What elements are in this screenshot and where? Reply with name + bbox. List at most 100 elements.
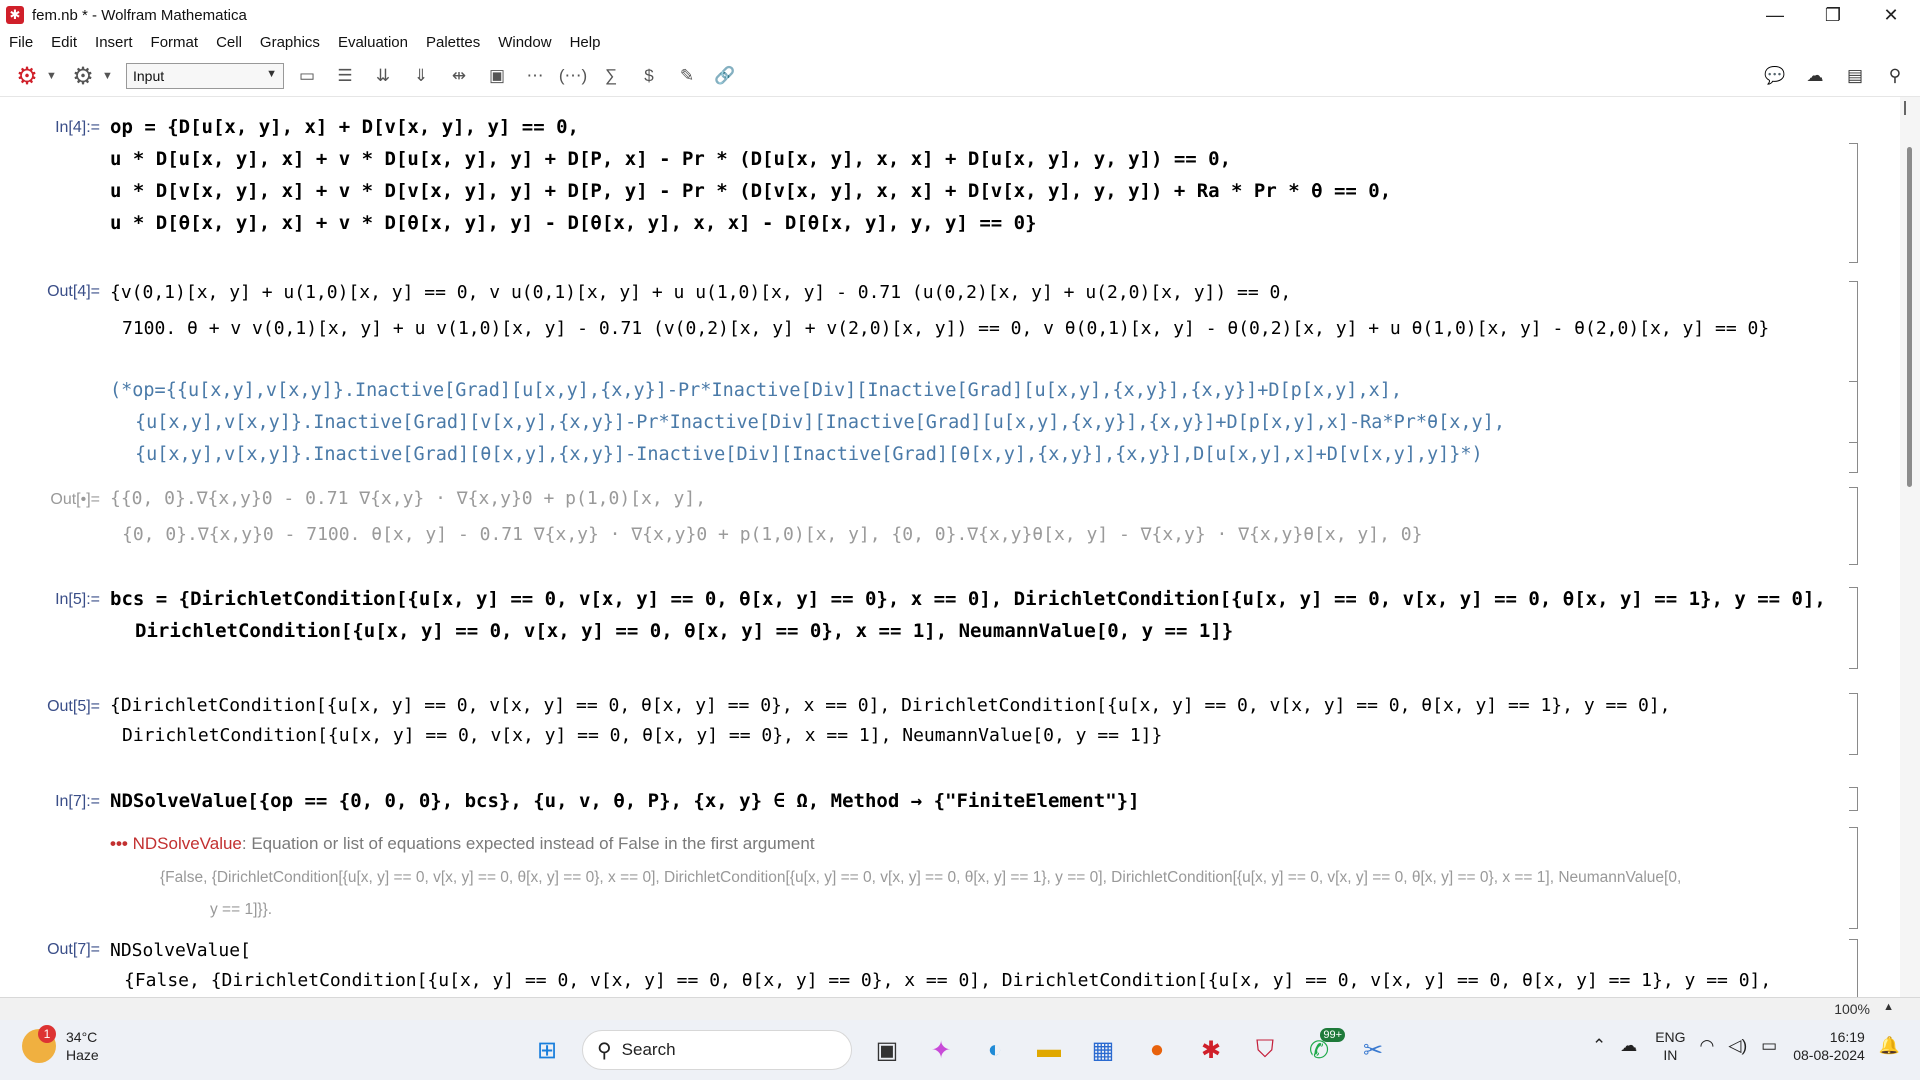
copilot-icon[interactable]: ✦ bbox=[919, 1028, 963, 1072]
file-explorer-icon[interactable]: ▬ bbox=[1027, 1028, 1071, 1072]
chevron-up-icon[interactable]: ⌃ bbox=[1592, 1036, 1606, 1056]
code-line[interactable]: op = {D[u[x, y], x] + D[v[x, y], y] == 0… bbox=[110, 111, 579, 143]
chevron-down-icon[interactable]: ▼ bbox=[46, 70, 60, 82]
output-line: DirichletCondition[{u[x, y] == 0, v[x, y… bbox=[122, 725, 1163, 746]
chevron-down-icon: ▼ bbox=[266, 68, 277, 80]
language-indicator[interactable]: ENG IN bbox=[1655, 1028, 1685, 1064]
minimize-button[interactable]: — bbox=[1746, 0, 1804, 30]
cell-bracket[interactable] bbox=[1849, 143, 1858, 263]
in-label: In[7]:= bbox=[55, 793, 100, 810]
evaluate-gear-icon[interactable]: ⚙ bbox=[12, 61, 42, 91]
menu-format[interactable]: Format bbox=[142, 34, 208, 51]
dollar-format-icon[interactable]: $ bbox=[634, 61, 664, 91]
chevron-down-icon[interactable]: ▼ bbox=[102, 70, 116, 82]
task-view-icon[interactable]: ▣ bbox=[865, 1028, 909, 1072]
zoom-up-icon[interactable]: ▲ bbox=[1883, 1001, 1894, 1013]
snipping-tool-icon[interactable]: ✂ bbox=[1351, 1028, 1395, 1072]
cell-bracket[interactable] bbox=[1849, 693, 1858, 755]
output-line: {False, {DirichletCondition[{u[x, y] == … bbox=[124, 970, 1772, 991]
insert-output-icon[interactable]: ⇓ bbox=[406, 61, 436, 91]
kernel-gear-icon[interactable]: ⚙ bbox=[68, 61, 98, 91]
taskbar: 1 34°C Haze ⊞ ⚲ Search ▣ ✦ ◐ ▬ ▦ ● ✱ ⛉ ✆… bbox=[0, 1020, 1920, 1080]
menu-evaluation[interactable]: Evaluation bbox=[329, 34, 417, 51]
comment-line[interactable]: {u[x,y],v[x,y]}.Inactive[Grad][θ[x,y],{x… bbox=[135, 439, 1483, 471]
cell-bracket[interactable] bbox=[1849, 381, 1858, 473]
comment-line[interactable]: (*op={{u[x,y],v[x,y]}.Inactive[Grad][u[x… bbox=[110, 375, 1402, 407]
group-cells-icon[interactable]: ☰ bbox=[330, 61, 360, 91]
cell-style-select[interactable]: Input ▼ bbox=[126, 63, 284, 89]
zoom-level[interactable]: 100% bbox=[1834, 1001, 1870, 1017]
onedrive-cloud-icon[interactable]: ☁ bbox=[1620, 1036, 1637, 1056]
code-line[interactable]: u * D[v[x, y], x] + v * D[v[x, y], y] + … bbox=[110, 175, 1391, 207]
ellipsis-icon[interactable]: ⋯ bbox=[520, 61, 550, 91]
weather-widget[interactable]: 1 34°C Haze bbox=[22, 1025, 99, 1064]
notification-badge: 1 bbox=[38, 1025, 56, 1043]
mcafee-icon[interactable]: ⛉ bbox=[1243, 1028, 1287, 1072]
cell-bracket-icon[interactable]: ▭ bbox=[292, 61, 322, 91]
scrollbar-thumb[interactable] bbox=[1907, 147, 1912, 487]
message-detail: y == 1]}}. bbox=[210, 901, 273, 918]
cell-bracket[interactable] bbox=[1849, 487, 1858, 565]
code-line[interactable]: NDSolveValue[{op == {0, 0, 0}, bcs}, {u,… bbox=[110, 785, 1140, 817]
merge-cell-icon[interactable]: ▣ bbox=[482, 61, 512, 91]
weather-icon: 1 bbox=[22, 1025, 56, 1063]
windows-start-icon[interactable]: ⊞ bbox=[525, 1028, 569, 1072]
comment-line[interactable]: {u[x,y],v[x,y]}.Inactive[Grad][v[x,y],{x… bbox=[135, 407, 1505, 439]
error-message: ••• NDSolveValue: Equation or list of eq… bbox=[110, 834, 815, 854]
firefox-icon[interactable]: ● bbox=[1135, 1028, 1179, 1072]
taskbar-search[interactable]: ⚲ Search bbox=[582, 1030, 852, 1070]
edge-browser-icon[interactable]: ◐ bbox=[973, 1028, 1017, 1072]
output-line: {0, 0}.∇{x,y}0 - 7100. θ[x, y] - 0.71 ∇{… bbox=[122, 524, 1423, 545]
cloud-upload-icon[interactable]: ☁ bbox=[1800, 61, 1830, 91]
split-cell-icon[interactable]: ⇹ bbox=[444, 61, 474, 91]
link-icon[interactable]: 🔗 bbox=[710, 61, 740, 91]
menu-palettes[interactable]: Palettes bbox=[417, 34, 489, 51]
pen-icon[interactable]: ✎ bbox=[672, 61, 702, 91]
code-line[interactable]: DirichletCondition[{u[x, y] == 0, v[x, y… bbox=[135, 615, 1233, 647]
code-line[interactable]: u * D[u[x, y], x] + v * D[u[x, y], y] + … bbox=[110, 143, 1231, 175]
time: 16:19 bbox=[1829, 1029, 1865, 1045]
close-button[interactable]: ✕ bbox=[1862, 0, 1920, 30]
notebook-area[interactable]: In[4]:= op = {D[u[x, y], x] + D[v[x, y],… bbox=[0, 97, 1900, 997]
menu-help[interactable]: Help bbox=[561, 34, 610, 51]
insert-input-icon[interactable]: ⇊ bbox=[368, 61, 398, 91]
mathematica-taskbar-icon[interactable]: ✱ bbox=[1189, 1028, 1233, 1072]
in-label: In[5]:= bbox=[55, 591, 100, 608]
code-line[interactable]: bcs = {DirichletCondition[{u[x, y] == 0,… bbox=[110, 583, 1826, 615]
scroll-top-tick bbox=[1904, 101, 1906, 115]
whatsapp-badge: 99+ bbox=[1320, 1028, 1345, 1042]
menu-insert[interactable]: Insert bbox=[86, 34, 142, 51]
menu-graphics[interactable]: Graphics bbox=[251, 34, 329, 51]
message-menu-icon[interactable]: ••• bbox=[110, 834, 128, 853]
menu-edit[interactable]: Edit bbox=[42, 34, 86, 51]
iconize-icon[interactable]: (⋯) bbox=[558, 61, 588, 91]
wifi-icon[interactable]: ◠ bbox=[1700, 1036, 1715, 1056]
volume-icon[interactable]: ◁) bbox=[1728, 1036, 1747, 1056]
out-label: Out[7]= bbox=[47, 941, 100, 958]
weather-condition: Haze bbox=[66, 1047, 99, 1063]
input-cell-4[interactable]: In[4]:= op = {D[u[x, y], x] + D[v[x, y],… bbox=[0, 111, 1880, 234]
cell-bracket[interactable] bbox=[1849, 827, 1858, 929]
cell-bracket[interactable] bbox=[1849, 787, 1858, 811]
search-icon[interactable]: ⚲ bbox=[1880, 61, 1910, 91]
output-line: NDSolveValue[ bbox=[110, 940, 251, 961]
notebook-icon[interactable]: ▤ bbox=[1840, 61, 1870, 91]
cell-bracket[interactable] bbox=[1849, 587, 1858, 669]
clock[interactable]: 16:19 08-08-2024 bbox=[1793, 1028, 1865, 1064]
lang-region: IN bbox=[1663, 1047, 1678, 1063]
microsoft-store-icon[interactable]: ▦ bbox=[1081, 1028, 1125, 1072]
restore-button[interactable]: ❐ bbox=[1804, 0, 1862, 30]
menu-window[interactable]: Window bbox=[489, 34, 560, 51]
status-bar: 100% ▲ bbox=[0, 997, 1920, 1020]
menu-cell[interactable]: Cell bbox=[207, 34, 251, 51]
math-typeset-icon[interactable]: ∑ bbox=[596, 61, 626, 91]
menu-file[interactable]: File bbox=[0, 34, 42, 51]
cell-bracket[interactable] bbox=[1849, 939, 1858, 997]
whatsapp-icon[interactable]: ✆ 99+ bbox=[1297, 1028, 1345, 1072]
comment-icon[interactable]: 💬 bbox=[1760, 61, 1790, 91]
message-function[interactable]: NDSolveValue bbox=[133, 834, 242, 853]
battery-icon[interactable]: ▭ bbox=[1761, 1036, 1777, 1056]
code-line[interactable]: u * D[θ[x, y], x] + v * D[θ[x, y], y] - … bbox=[110, 207, 1037, 239]
notification-bell-icon[interactable]: 🔔 bbox=[1879, 1036, 1900, 1056]
vertical-scrollbar[interactable] bbox=[1900, 97, 1920, 997]
